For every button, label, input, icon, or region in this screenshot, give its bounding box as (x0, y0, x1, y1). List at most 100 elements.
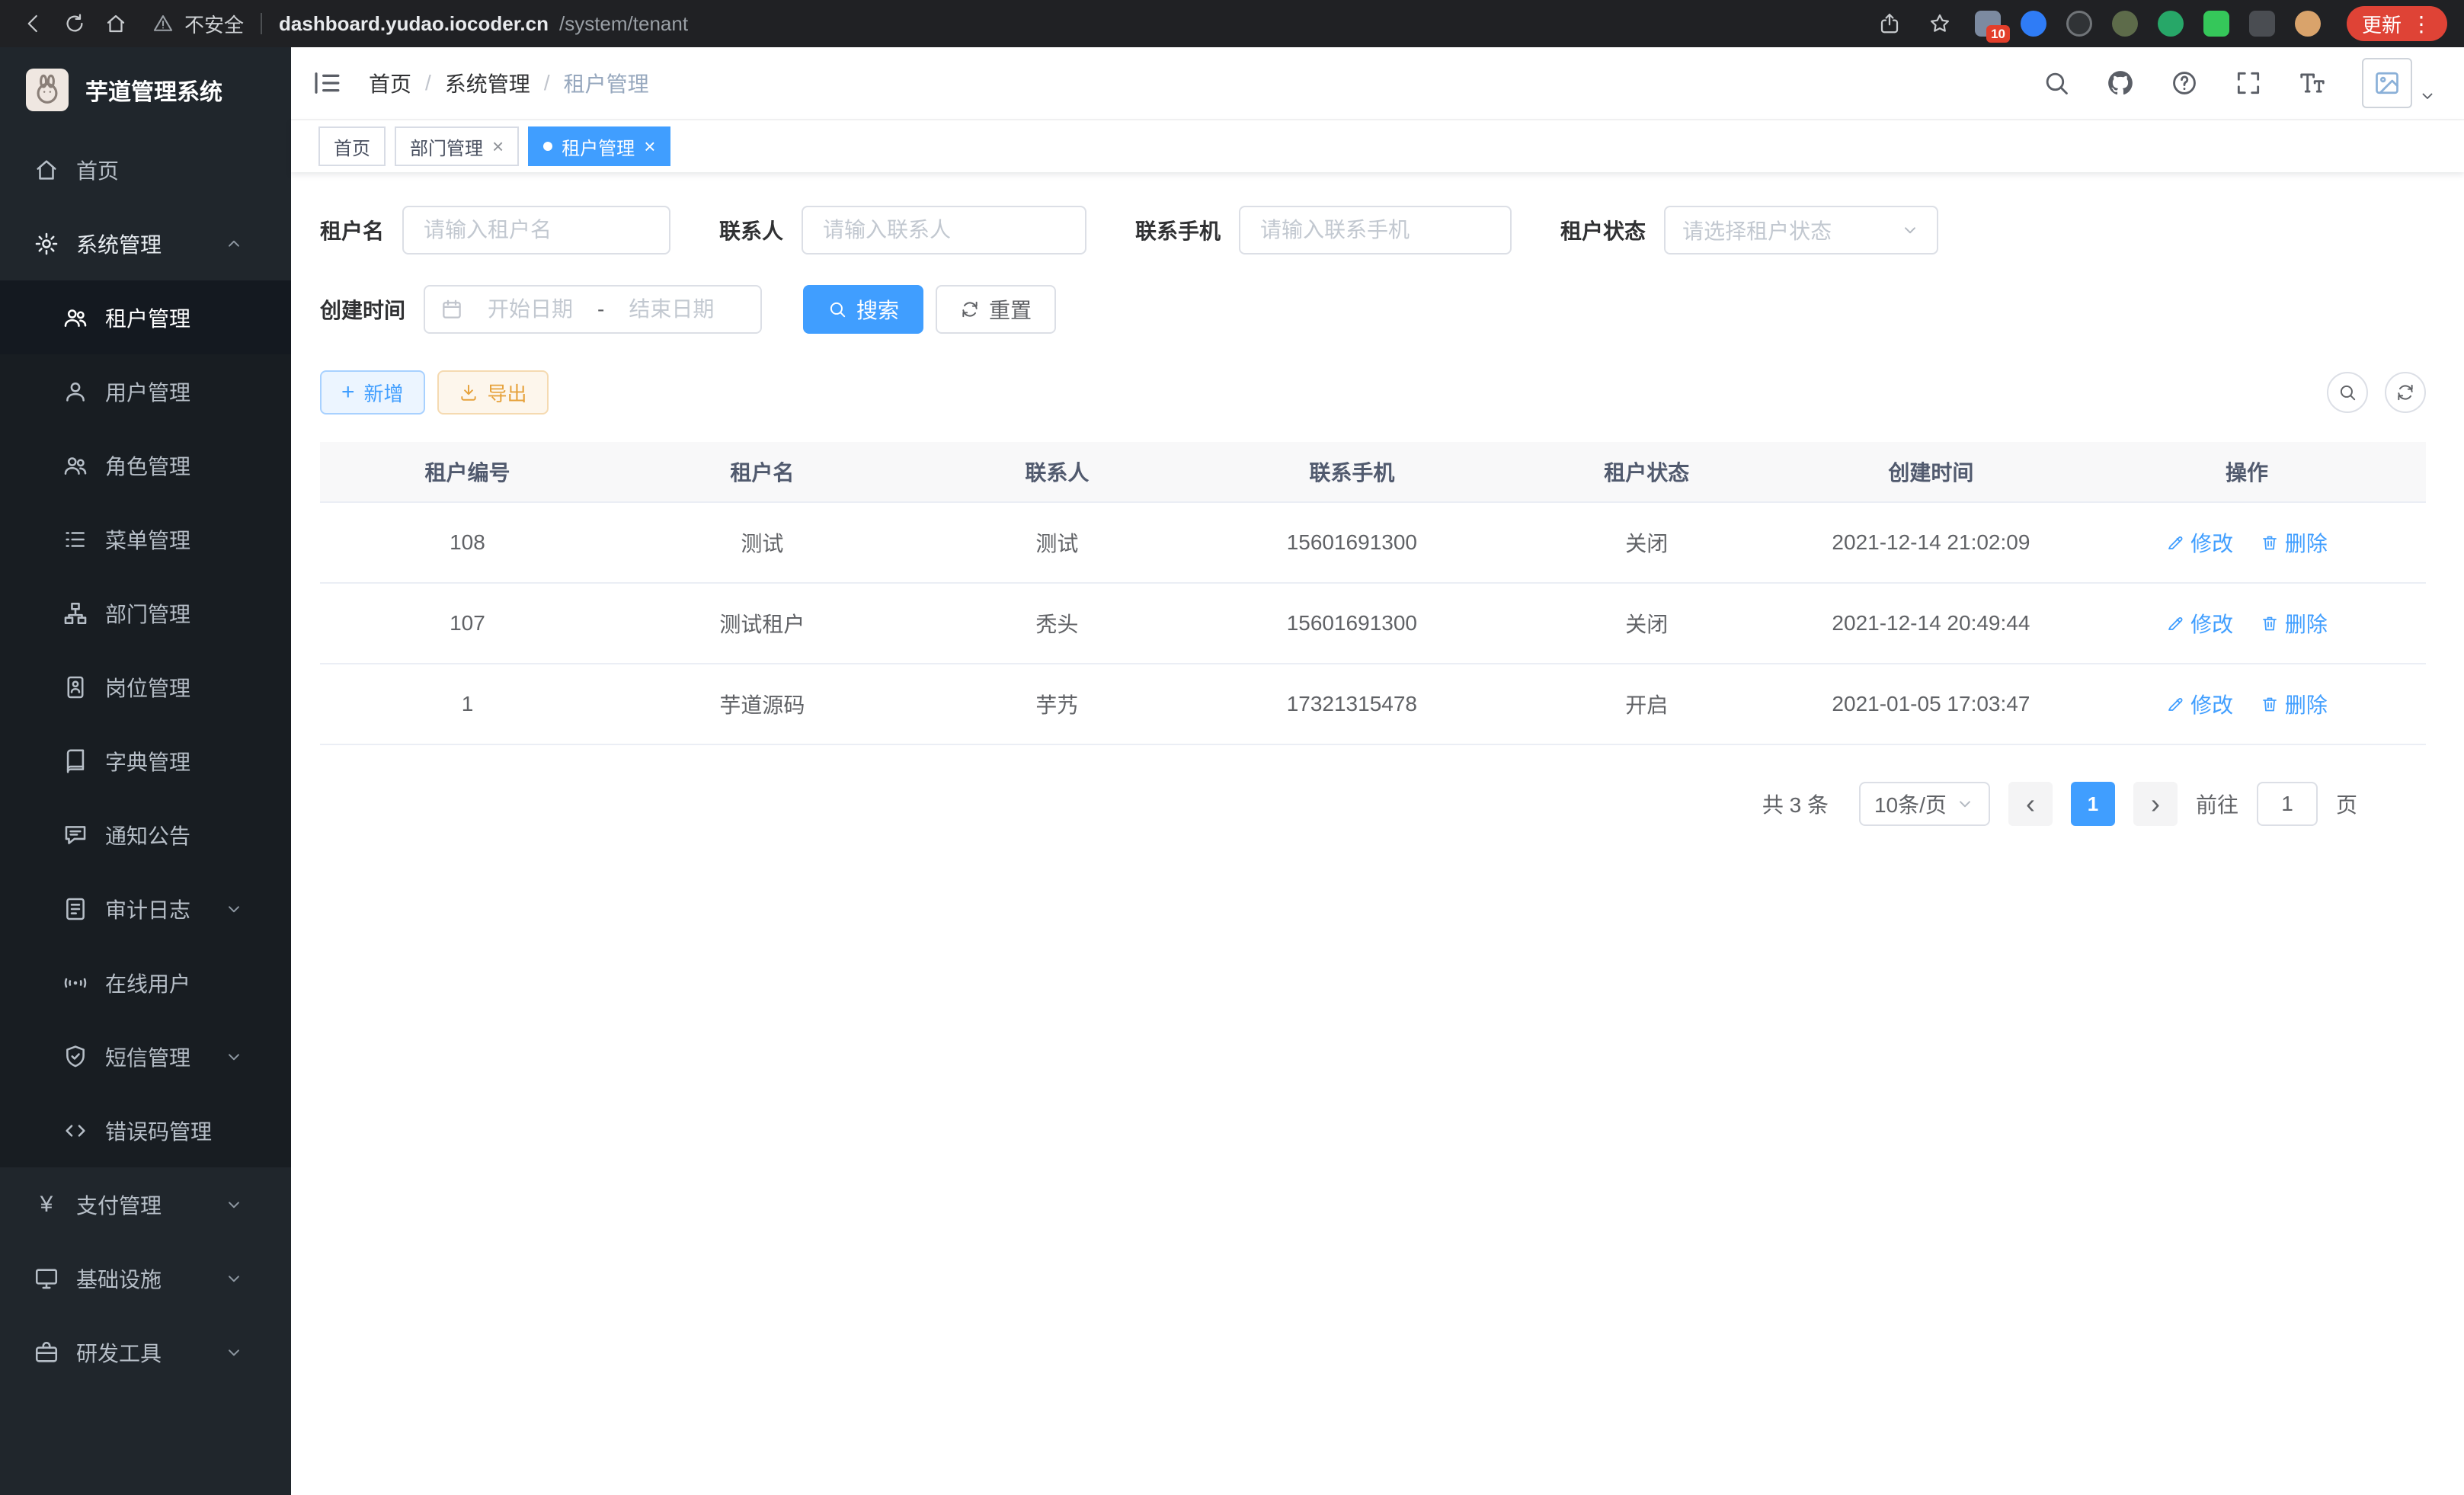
delete-link[interactable]: 删除 (2261, 689, 2328, 719)
close-icon[interactable]: × (644, 136, 655, 156)
main-area: 首页 / 系统管理 / 租户管理 (291, 47, 2464, 1495)
sidebar-group-sms[interactable]: 短信管理 (0, 1020, 291, 1093)
delete-link[interactable]: 删除 (2261, 608, 2328, 639)
sidebar-item-dict-management[interactable]: 字典管理 (0, 724, 291, 798)
trash-icon (2261, 695, 2279, 713)
search-icon[interactable] (2042, 69, 2071, 98)
export-button-label: 导出 (488, 379, 527, 407)
share-icon[interactable] (1874, 8, 1905, 39)
sidebar-collapse-icon[interactable] (311, 67, 343, 99)
date-end-input[interactable] (613, 297, 729, 322)
sidebar-group-dev-tools[interactable]: 研发工具 (0, 1315, 291, 1389)
search-button[interactable]: 搜索 (803, 285, 923, 334)
table-cell: 测试 (615, 502, 910, 583)
sidebar-item-menu-management[interactable]: 菜单管理 (0, 502, 291, 576)
extension-icon-1[interactable]: 10 (1975, 11, 2001, 37)
table-cell: 秃头 (910, 583, 1205, 664)
toggle-search-button[interactable] (2327, 372, 2368, 413)
table-cell: 芋艿 (910, 664, 1205, 744)
help-icon[interactable] (2170, 69, 2199, 98)
contact-label: 联系人 (719, 215, 783, 245)
edit-link[interactable]: 修改 (2166, 608, 2233, 639)
sidebar-group-payment[interactable]: ¥ 支付管理 (0, 1167, 291, 1241)
sidebar-item-online-users[interactable]: 在线用户 (0, 946, 291, 1020)
sidebar-item-user-management[interactable]: 用户管理 (0, 354, 291, 428)
edit-label: 修改 (2190, 527, 2233, 558)
delete-label: 删除 (2285, 689, 2328, 719)
sidebar-item-post-management[interactable]: 岗位管理 (0, 650, 291, 724)
users-icon (62, 305, 88, 331)
column-header: 联系手机 (1205, 442, 1499, 502)
extension-icon-4[interactable] (2112, 11, 2138, 37)
status-select[interactable]: 请选择租户状态 (1664, 206, 1938, 255)
phone-input[interactable] (1239, 206, 1512, 255)
breadcrumb-current: 租户管理 (564, 68, 649, 98)
extension-icon-6[interactable] (2203, 11, 2229, 37)
reset-button[interactable]: 重置 (936, 285, 1056, 334)
address-bar[interactable]: 不安全 dashboard.yudao.iocoder.cn /system/t… (152, 10, 1867, 38)
date-start-input[interactable] (472, 297, 588, 322)
sidebar-item-notice[interactable]: 通知公告 (0, 798, 291, 872)
sidebar-item-tenant-management[interactable]: 租户管理 (0, 280, 291, 354)
app-logo[interactable]: 芋道管理系统 (0, 47, 291, 133)
not-secure-warning-icon (152, 13, 174, 34)
screen: 不安全 dashboard.yudao.iocoder.cn /system/t… (0, 0, 2464, 1495)
sidebar-group-audit-log[interactable]: 审计日志 (0, 872, 291, 946)
date-range-picker[interactable]: - (424, 285, 762, 334)
contact-input[interactable] (802, 206, 1086, 255)
sidebar-item-home[interactable]: 首页 (0, 133, 291, 206)
extension-icon-5[interactable] (2158, 11, 2184, 37)
breadcrumb-system[interactable]: 系统管理 (445, 68, 530, 98)
page-size-select[interactable]: 10条/页 (1859, 782, 1990, 826)
add-button[interactable]: + 新增 (320, 370, 425, 415)
edit-link[interactable]: 修改 (2166, 689, 2233, 719)
delete-link[interactable]: 删除 (2261, 527, 2328, 558)
edit-label: 修改 (2190, 608, 2233, 639)
table-cell: 芋道源码 (615, 664, 910, 744)
document-icon (62, 896, 88, 922)
sidebar-item-error-code[interactable]: 错误码管理 (0, 1093, 291, 1167)
browser-reload-icon[interactable] (58, 7, 91, 40)
sidebar-item-role-management[interactable]: 角色管理 (0, 428, 291, 502)
font-size-icon[interactable] (2298, 69, 2327, 98)
extension-icon-2[interactable] (2021, 11, 2046, 37)
sidebar-group-system[interactable]: 系统管理 (0, 206, 291, 280)
sidebar-group-infrastructure[interactable]: 基础设施 (0, 1241, 291, 1315)
plus-icon: + (341, 381, 355, 404)
browser-menu-icon[interactable]: ⋮ (2411, 11, 2432, 37)
sidebar-item-dept-management[interactable]: 部门管理 (0, 576, 291, 650)
user-avatar-menu[interactable] (2362, 58, 2437, 108)
broadcast-icon (62, 970, 88, 996)
extension-icon-3[interactable] (2066, 11, 2092, 37)
table-row: 107 测试租户 秃头 15601691300 关闭 2021-12-14 20… (320, 583, 2426, 664)
menu-label: 部门管理 (105, 598, 190, 629)
tenant-name-input[interactable] (402, 206, 670, 255)
profile-avatar[interactable] (2295, 11, 2321, 37)
extension-icon-7[interactable] (2249, 11, 2275, 37)
menu-label: 角色管理 (105, 450, 190, 481)
tab-tenant-management[interactable]: 租户管理 × (528, 126, 670, 166)
bookmark-star-icon[interactable] (1925, 8, 1955, 39)
browser-update-button[interactable]: 更新 ⋮ (2347, 6, 2447, 41)
page-number-button[interactable]: 1 (2071, 782, 2115, 826)
home-icon (34, 157, 59, 183)
goto-page-input[interactable] (2257, 782, 2318, 826)
breadcrumb-home[interactable]: 首页 (369, 68, 411, 98)
close-icon[interactable]: × (492, 136, 504, 156)
menu-label: 通知公告 (105, 820, 190, 850)
update-label: 更新 (2362, 10, 2402, 38)
fullscreen-icon[interactable] (2234, 69, 2263, 98)
github-icon[interactable] (2106, 69, 2135, 98)
browser-back-icon[interactable] (17, 7, 50, 40)
menu-label: 审计日志 (105, 894, 190, 924)
tab-home[interactable]: 首页 (318, 126, 386, 166)
browser-home-icon[interactable] (99, 7, 133, 40)
refresh-table-button[interactable] (2385, 372, 2426, 413)
url-host: dashboard.yudao.iocoder.cn (279, 12, 549, 36)
search-button-label: 搜索 (856, 294, 899, 325)
prev-page-button[interactable]: ‹ (2008, 782, 2053, 826)
edit-link[interactable]: 修改 (2166, 527, 2233, 558)
export-button[interactable]: 导出 (437, 370, 549, 415)
next-page-button[interactable]: › (2133, 782, 2178, 826)
tab-dept-management[interactable]: 部门管理 × (395, 126, 519, 166)
